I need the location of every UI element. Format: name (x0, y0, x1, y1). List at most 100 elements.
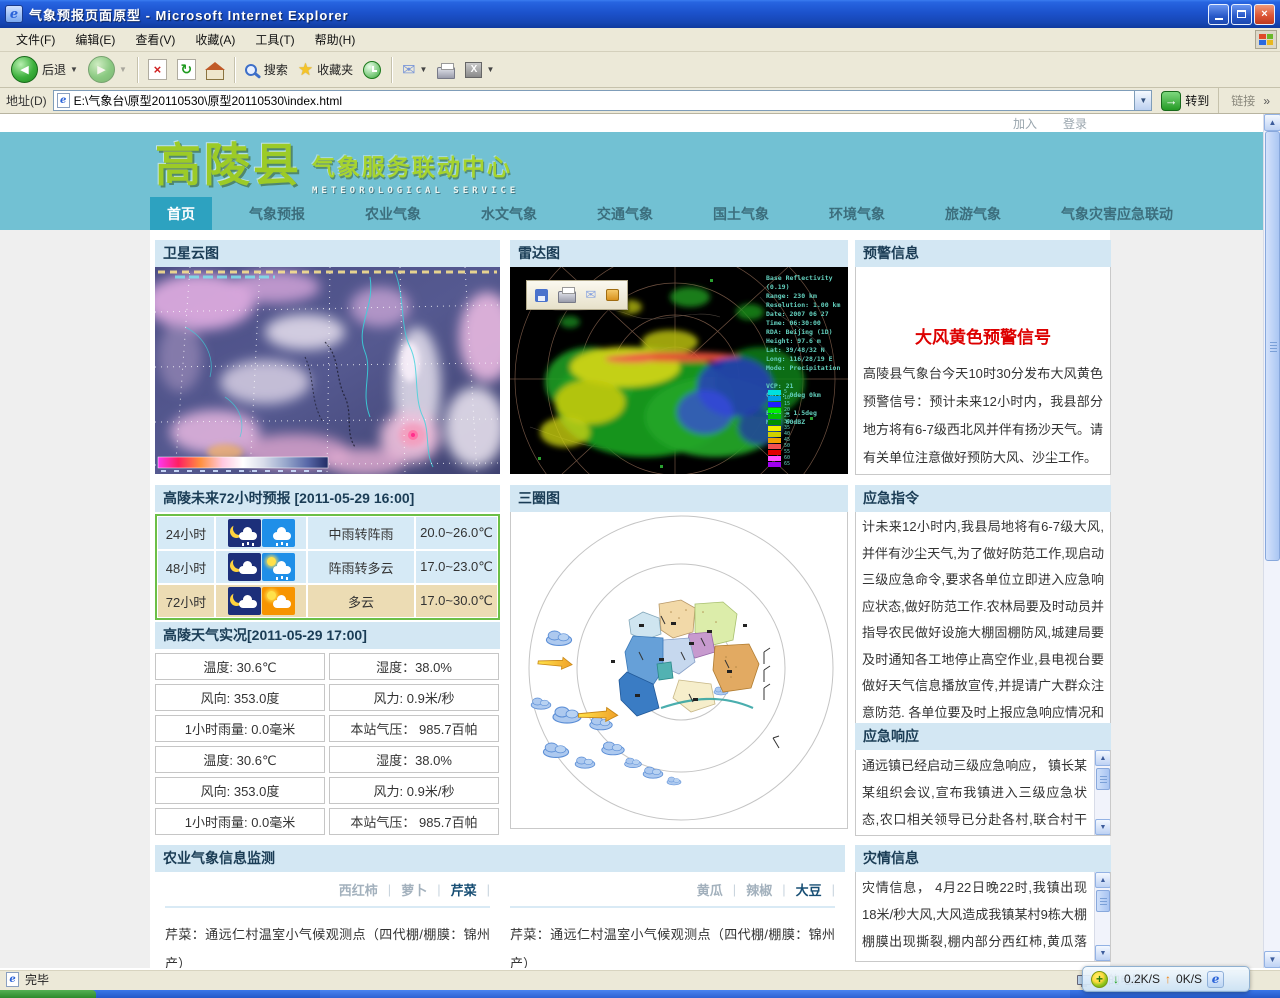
scroll-up-icon[interactable]: ▲ (1095, 872, 1111, 888)
login-link[interactable]: 登录 (1063, 115, 1087, 132)
cloud-glyph (239, 566, 257, 574)
scroll-thumb[interactable] (1265, 131, 1280, 561)
menu-edit[interactable]: 编辑(E) (65, 27, 125, 52)
response-scrollbar[interactable]: ▲ ▼ (1094, 750, 1110, 835)
stop-button[interactable]: × (143, 54, 172, 86)
live-grid: 温度: 30.6℃湿度：38.0%风向: 353.0度风力: 0.9米/秒1小时… (155, 649, 500, 835)
history-icon (363, 61, 381, 79)
radar-image[interactable]: ✉ Base Reflectivity(0.19)Range: 230 kmRe… (510, 267, 848, 474)
edit-button[interactable]: X ▼ (460, 54, 499, 86)
ie-tray-icon[interactable]: e (1207, 971, 1224, 988)
forecast-panel-title: 高陵未来72小时预报 [2011-05-29 16:00] (155, 485, 500, 512)
minimize-button[interactable] (1208, 4, 1229, 25)
disaster-body: 灾情信息， 4月22日晚22时,我镇出现18米/秒大风,大风造成我镇某村9栋大棚… (856, 872, 1093, 962)
back-button[interactable]: ◀ 后退 ▼ (6, 54, 83, 86)
menu-tools[interactable]: 工具(T) (245, 27, 304, 52)
radar-export-icon[interactable] (606, 289, 619, 301)
legend-color-swatch (768, 456, 781, 461)
menu-help[interactable]: 帮助(H) (305, 27, 366, 52)
history-button[interactable] (358, 54, 386, 86)
legend-color-swatch (768, 462, 781, 467)
search-icon (245, 64, 257, 76)
menu-file[interactable]: 文件(F) (6, 27, 65, 52)
emergency-command-panel: 应急指令 计未来12小时内,我县局地将有6-7级大风,并伴有沙尘天气,为了做好防… (855, 485, 1111, 724)
print-button[interactable] (432, 54, 460, 86)
agri-tab-left-1[interactable]: 萝卜 (401, 880, 427, 899)
maximize-button[interactable] (1231, 4, 1252, 25)
links-label[interactable]: 链接 (1218, 88, 1263, 113)
nav-item-5[interactable]: 国土气象 (696, 197, 786, 230)
agri-tab-right-1[interactable]: 辣椒 (746, 880, 772, 899)
close-button[interactable]: × (1254, 4, 1275, 25)
join-link[interactable]: 加入 (1013, 115, 1037, 132)
window-scrollbar[interactable]: ▲ ▼ (1263, 114, 1280, 968)
radar-print-icon[interactable] (558, 291, 576, 303)
radar-save-icon[interactable] (535, 289, 548, 302)
menu-view[interactable]: 查看(V) (125, 27, 185, 52)
start-button[interactable] (0, 990, 96, 998)
disaster-scrollbar[interactable]: ▲ ▼ (1094, 872, 1110, 961)
home-button[interactable] (201, 54, 229, 86)
nav-item-6[interactable]: 环境气象 (812, 197, 902, 230)
go-button[interactable]: → 转到 (1161, 91, 1209, 111)
address-dropdown-icon[interactable]: ▼ (1134, 91, 1151, 110)
disaster-panel-title: 灾情信息 (855, 845, 1111, 872)
legend-value: 10 (784, 396, 790, 401)
nav-item-1[interactable]: 气象预报 (232, 197, 322, 230)
scroll-down-icon[interactable]: ▼ (1095, 819, 1111, 835)
nav-item-3[interactable]: 水文气象 (464, 197, 554, 230)
address-input[interactable]: e E:\气象台\原型20110530\原型20110530\index.htm… (53, 90, 1153, 111)
refresh-icon: ↻ (177, 59, 196, 80)
agri-tab-right-0[interactable]: 黄瓜 (697, 880, 723, 899)
download-speed: 0.2K/S (1124, 972, 1160, 986)
agri-tab-left-2[interactable]: 芹菜 (451, 880, 477, 899)
agri-tab-right-2[interactable]: 大豆 (796, 880, 822, 899)
mail-button[interactable]: ✉ ▼ (397, 54, 432, 86)
nav-item-0[interactable]: 首页 (150, 197, 212, 230)
scroll-thumb[interactable] (1096, 890, 1110, 912)
nav-item-8[interactable]: 气象灾害应急联动 (1044, 197, 1190, 230)
sun-glyph (267, 591, 276, 600)
favorites-button[interactable]: ★ 收藏夹 (293, 54, 358, 86)
three-circle-title: 三圈图 (510, 485, 848, 512)
three-circle-map[interactable] (510, 512, 848, 829)
antivirus-icon[interactable] (1091, 971, 1108, 988)
nav-item-2[interactable]: 农业气象 (348, 197, 438, 230)
scroll-up-icon[interactable]: ▲ (1264, 114, 1280, 131)
refresh-button[interactable]: ↻ (172, 54, 201, 86)
scroll-down-icon[interactable]: ▼ (1095, 945, 1111, 961)
legend-value: 20 (784, 408, 790, 413)
links-chevron-icon[interactable]: » (1263, 94, 1270, 108)
warning-headline: 大风黄色预警信号 (856, 323, 1110, 348)
site-header: 高陵县 气象服务联动中心 METEOROLOGICAL SERVICE 首页气象… (0, 132, 1263, 230)
legend-value: 65 (784, 462, 790, 467)
back-dropdown-icon[interactable]: ▼ (70, 65, 78, 74)
radar-mail-icon[interactable]: ✉ (585, 287, 596, 303)
search-button[interactable]: 搜索 (240, 54, 293, 86)
radar-legend: 5101520253035404550556065 (768, 389, 790, 467)
legend-value: 25 (784, 414, 790, 419)
address-value: E:\气象台\原型20110530\原型20110530\index.html (74, 92, 342, 109)
satellite-image[interactable] (155, 267, 500, 474)
radar-info-line: Range: 230 km (766, 292, 846, 301)
account-strip: 加入 登录 (0, 114, 1263, 132)
nav-item-7[interactable]: 旅游气象 (928, 197, 1018, 230)
forecast-weather: 中雨转阵雨 (307, 516, 415, 550)
legend-value: 40 (784, 432, 790, 437)
scroll-thumb[interactable] (1096, 768, 1110, 790)
menu-favorites[interactable]: 收藏(A) (185, 27, 245, 52)
satellite-cloud-graphic (155, 267, 500, 474)
scroll-up-icon[interactable]: ▲ (1095, 750, 1111, 766)
download-arrow-icon: ↓ (1113, 972, 1119, 986)
legend-value: 5 (784, 390, 787, 395)
scroll-down-icon[interactable]: ▼ (1264, 951, 1280, 968)
taskbar-window-group[interactable] (320, 990, 1070, 998)
agri-tab-left-0[interactable]: 西红柿 (339, 880, 378, 899)
back-icon: ◀ (11, 56, 38, 83)
net-speed-widget[interactable]: ↓ 0.2K/S ↑ 0K/S e (1082, 966, 1250, 992)
nav-item-4[interactable]: 交通气象 (580, 197, 670, 230)
radar-info-line: Lat: 39/48/32 N (766, 346, 846, 355)
live-weather-panel: 高陵天气实况[2011-05-29 17:00] 温度: 30.6℃湿度：38.… (155, 622, 500, 835)
forward-button[interactable]: ▶ ▼ (83, 54, 132, 86)
page-viewport: 加入 登录 高陵县 气象服务联动中心 METEOROLOGICAL SERVIC… (0, 114, 1263, 968)
